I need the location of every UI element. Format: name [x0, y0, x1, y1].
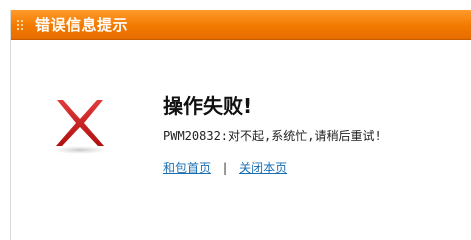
action-links: 和包首页 | 关闭本页 — [163, 160, 287, 176]
panel-title: 错误信息提示 — [35, 16, 129, 34]
title-bar: 错误信息提示 — [11, 10, 471, 40]
error-x-icon — [49, 94, 111, 156]
close-page-link[interactable]: 关闭本页 — [239, 161, 287, 175]
link-separator: | — [223, 161, 228, 175]
error-panel: 错误信息提示 操作失败! PWM20832:对不起,系统忙,请稍后重试! 和包首… — [10, 10, 471, 240]
home-link[interactable]: 和包首页 — [163, 161, 211, 175]
error-heading: 操作失败! — [163, 94, 253, 118]
error-message: PWM20832:对不起,系统忙,请稍后重试! — [163, 129, 382, 143]
grip-icon — [17, 20, 23, 32]
